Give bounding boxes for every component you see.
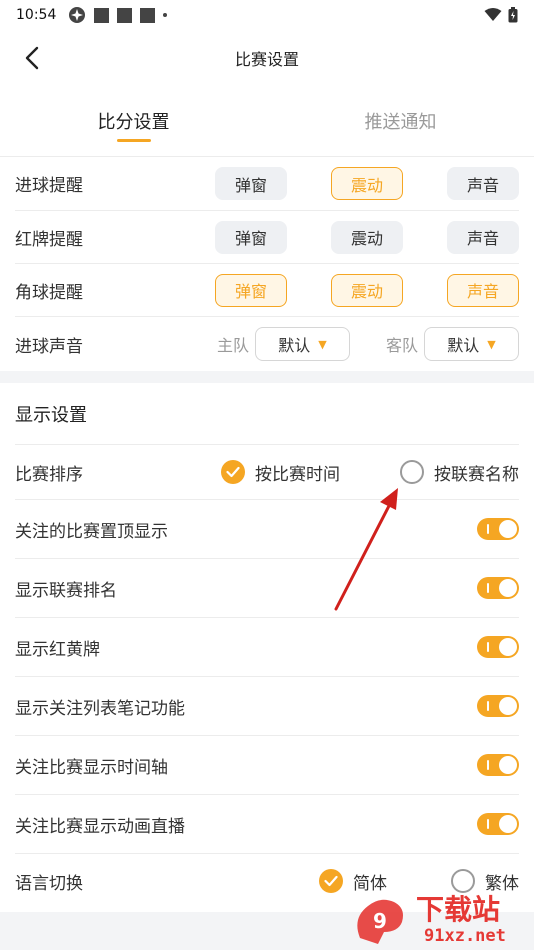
radio-label: 按比赛时间 bbox=[255, 464, 340, 485]
row-label: 进球提醒 bbox=[15, 176, 83, 196]
chevron-left-icon bbox=[25, 46, 39, 70]
sort-by-league-radio[interactable]: 按联赛名称 bbox=[400, 460, 519, 485]
goal-sound-row: 进球声音 主队 默认 ▼ 客队 默认 ▼ bbox=[15, 317, 519, 371]
league-rank-row: 显示联赛排名 bbox=[15, 559, 519, 618]
row-label: 显示红黄牌 bbox=[15, 639, 100, 660]
row-label: 红牌提醒 bbox=[15, 229, 83, 250]
radio-checked-icon bbox=[319, 869, 343, 893]
watermark-logo: 9 下载站 91xz.net bbox=[350, 888, 526, 950]
status-time: 10:54 bbox=[16, 7, 57, 23]
row-label: 角球提醒 bbox=[15, 282, 83, 303]
radio-checked-icon bbox=[221, 460, 245, 484]
notification-square-icon bbox=[117, 7, 133, 23]
home-team-label: 主队 bbox=[216, 336, 249, 355]
sort-by-time-radio[interactable]: 按比赛时间 bbox=[221, 460, 340, 485]
pin-followed-row: 关注的比赛置顶显示 bbox=[15, 500, 519, 559]
goal-vibrate-option[interactable]: 震动 bbox=[331, 167, 403, 200]
row-label: 进球声音 bbox=[15, 336, 83, 357]
red-card-popup-option[interactable]: 弹窗 bbox=[215, 220, 287, 254]
page-title: 比赛设置 bbox=[234, 50, 299, 69]
row-label: 显示联赛排名 bbox=[15, 580, 117, 601]
back-button[interactable] bbox=[18, 44, 46, 72]
row-label: 语言切换 bbox=[15, 873, 83, 894]
notes-toggle[interactable] bbox=[477, 695, 519, 717]
home-sound-value: 默认 bbox=[278, 336, 311, 355]
notification-square-icon bbox=[140, 7, 156, 23]
league-rank-toggle[interactable] bbox=[477, 577, 519, 599]
radio-unchecked-icon bbox=[400, 460, 424, 484]
row-label: 关注的比赛置顶显示 bbox=[15, 521, 168, 542]
goal-sound-option[interactable]: 声音 bbox=[447, 167, 519, 200]
home-sound-select[interactable]: 默认 ▼ bbox=[254, 327, 350, 361]
red-card-alert-row: 红牌提醒 弹窗 震动 声音 bbox=[15, 211, 519, 264]
animation-row: 关注比赛显示动画直播 bbox=[15, 795, 519, 854]
chevron-down-icon: ▼ bbox=[487, 337, 496, 351]
red-card-sound-option[interactable]: 声音 bbox=[447, 220, 519, 254]
red-card-vibrate-option[interactable]: 震动 bbox=[331, 220, 403, 254]
chevron-down-icon: ▼ bbox=[318, 337, 327, 351]
status-bar: 10:54 bbox=[0, 0, 534, 30]
corner-vibrate-option[interactable]: 震动 bbox=[331, 273, 403, 307]
battery-icon bbox=[508, 7, 518, 23]
tab-bar: 比分设置 推送通知 bbox=[0, 86, 534, 156]
display-settings-section: 显示设置 比赛排序 按比赛时间 按联赛名称 关注的比赛置顶显示 显示联赛排名 显… bbox=[0, 383, 534, 908]
corner-popup-option[interactable]: 弹窗 bbox=[215, 273, 287, 307]
notes-row: 显示关注列表笔记功能 bbox=[15, 677, 519, 736]
radio-label: 按联赛名称 bbox=[434, 464, 519, 485]
animation-toggle[interactable] bbox=[477, 813, 519, 835]
watermark-domain: 91xz.net bbox=[424, 926, 506, 946]
svg-text:9: 9 bbox=[373, 909, 387, 933]
score-settings-section: 进球提醒 弹窗 震动 声音 红牌提醒 弹窗 震动 声音 角球提醒 弹窗 震动 声… bbox=[0, 156, 534, 371]
match-sort-row: 比赛排序 按比赛时间 按联赛名称 bbox=[15, 445, 519, 500]
tab-push-notifications[interactable]: 推送通知 bbox=[267, 86, 534, 156]
row-label: 关注比赛显示时间轴 bbox=[15, 757, 168, 778]
wifi-icon bbox=[484, 8, 502, 21]
tab-score-settings[interactable]: 比分设置 bbox=[0, 86, 267, 156]
goal-alert-row: 进球提醒 弹窗 震动 声音 bbox=[15, 157, 519, 211]
more-notifications-dot-icon bbox=[163, 13, 168, 17]
corner-alert-row: 角球提醒 弹窗 震动 声音 bbox=[15, 264, 519, 317]
watermark-title: 下载站 bbox=[416, 893, 501, 926]
cards-toggle[interactable] bbox=[477, 636, 519, 658]
cards-row: 显示红黄牌 bbox=[15, 618, 519, 677]
header: 比赛设置 bbox=[0, 30, 534, 86]
app-notification-icon bbox=[69, 7, 86, 23]
timeline-toggle[interactable] bbox=[477, 754, 519, 776]
away-team-label: 客队 bbox=[385, 336, 418, 355]
row-label: 比赛排序 bbox=[15, 464, 83, 485]
timeline-row: 关注比赛显示时间轴 bbox=[15, 736, 519, 795]
corner-sound-option[interactable]: 声音 bbox=[447, 273, 519, 307]
row-label: 显示关注列表笔记功能 bbox=[15, 698, 185, 719]
away-sound-select[interactable]: 默认 ▼ bbox=[424, 327, 519, 361]
row-label: 关注比赛显示动画直播 bbox=[15, 816, 185, 837]
section-divider bbox=[0, 371, 534, 383]
section-title: 显示设置 bbox=[15, 383, 519, 445]
notification-square-icon bbox=[94, 7, 110, 23]
goal-popup-option[interactable]: 弹窗 bbox=[215, 167, 287, 200]
away-sound-value: 默认 bbox=[447, 336, 480, 355]
status-notification-icons bbox=[68, 6, 168, 24]
pin-followed-toggle[interactable] bbox=[477, 518, 519, 540]
